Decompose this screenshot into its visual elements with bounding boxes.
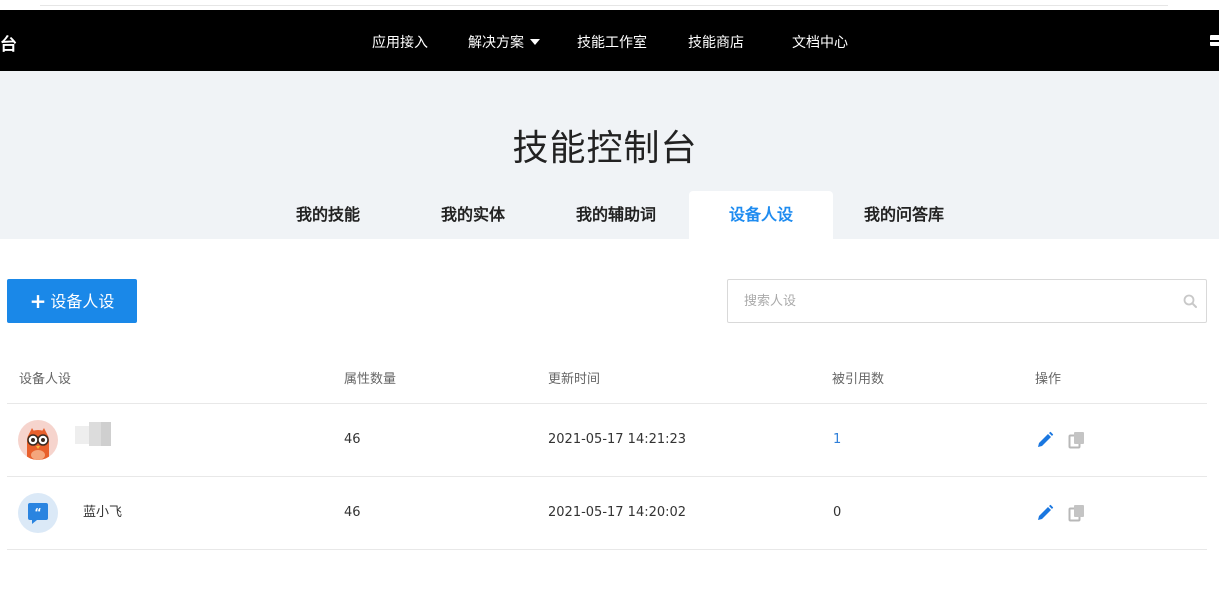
attr-count: 46 [344,505,361,520]
table-row: “ 蓝小飞 46 2021-05-17 14:20:02 0 [7,477,1207,550]
browser-top-strip [0,0,1219,10]
quote-avatar: “ [18,493,58,533]
owl-avatar [18,420,58,460]
nav-item-solutions-label: 解决方案 [468,35,524,51]
page-header: 技能控制台 我的技能 我的实体 我的辅助词 设备人设 我的问答库 [0,71,1219,239]
pencil-icon[interactable] [1036,504,1054,522]
persona-table: 设备人设 属性数量 更新时间 被引用数 操作 46 2021-05-17 14: [7,350,1207,550]
table-row: 46 2021-05-17 14:21:23 1 [7,404,1207,477]
pencil-icon[interactable] [1036,431,1054,449]
svg-text:“: “ [34,506,41,519]
search-icon[interactable] [1183,294,1197,308]
nav-item-docs[interactable]: 文档中心 [792,32,848,52]
add-button-label: 设备人设 [50,292,115,311]
copy-icon[interactable] [1068,504,1086,522]
copy-icon[interactable] [1068,431,1086,449]
tab-device-persona[interactable]: 设备人设 [689,191,833,239]
nav-item-skill-studio[interactable]: 技能工作室 [577,32,647,52]
search-box [727,279,1207,323]
mail-icon[interactable] [1210,35,1219,46]
tab-bar: 我的技能 我的实体 我的辅助词 设备人设 我的问答库 [0,191,1219,239]
header-persona: 设备人设 [19,372,72,387]
ref-count-link[interactable]: 1 [833,432,841,447]
header-ref-count: 被引用数 [832,372,885,387]
updated-time: 2021-05-17 14:20:02 [548,505,687,520]
tab-my-qa-library[interactable]: 我的问答库 [849,191,959,239]
tab-my-entities[interactable]: 我的实体 [418,191,528,239]
caret-down-icon [530,39,540,45]
updated-time: 2021-05-17 14:21:23 [548,432,687,447]
table-header: 设备人设 属性数量 更新时间 被引用数 操作 [7,350,1207,404]
nav-item-solutions[interactable]: 解决方案 [468,32,540,52]
nav-item-app-access[interactable]: 应用接入 [372,32,428,52]
search-input[interactable] [728,280,1168,322]
attr-count: 46 [344,432,361,447]
tab-my-auxiliary-words[interactable]: 我的辅助词 [556,191,676,239]
tab-my-skills[interactable]: 我的技能 [273,191,383,239]
page-title: 技能控制台 [512,128,698,169]
header-attr-count: 属性数量 [344,372,397,387]
add-device-persona-button[interactable]: + 设备人设 [7,279,137,323]
brand-logo-text[interactable]: 台 [0,30,17,55]
plus-icon: + [29,289,47,313]
nav-item-skill-store[interactable]: 技能商店 [688,32,744,52]
ref-count: 0 [833,505,842,520]
persona-name-blurred [75,422,111,446]
header-actions: 操作 [1035,372,1062,387]
persona-name: 蓝小飞 [83,505,123,520]
header-updated-time: 更新时间 [548,372,601,387]
top-navbar: 台 应用接入 解决方案 技能工作室 技能商店 文档中心 [0,10,1219,71]
